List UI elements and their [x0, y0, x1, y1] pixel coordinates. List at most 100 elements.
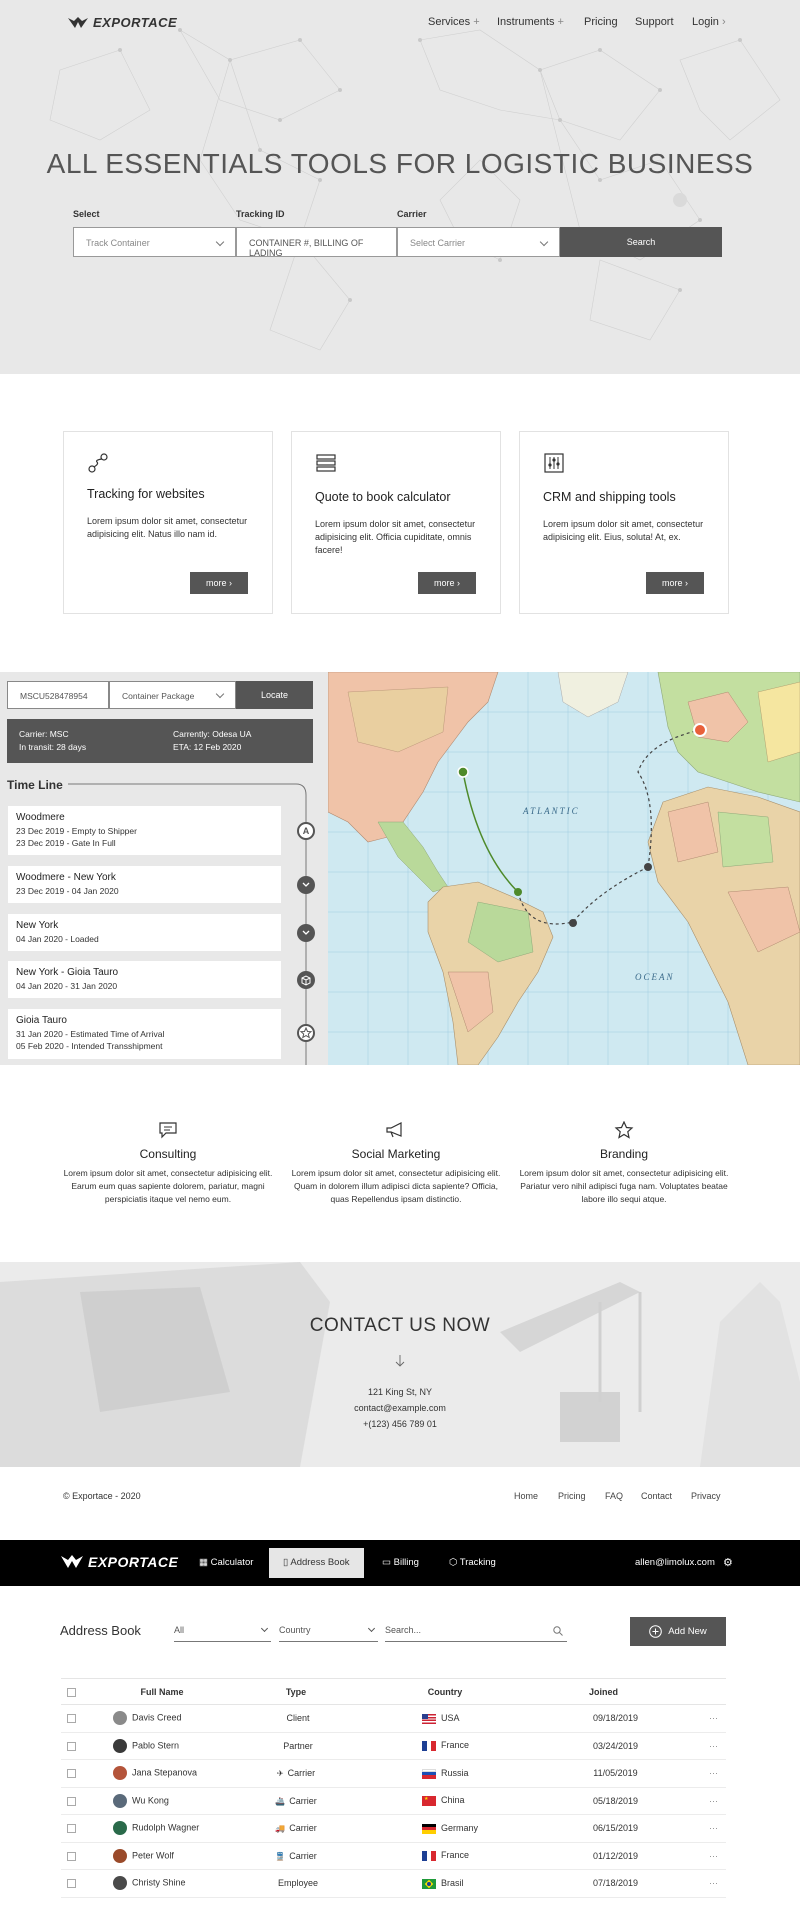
- footer-link-privacy[interactable]: Privacy: [691, 1491, 721, 1501]
- column-joined[interactable]: Joined: [535, 1678, 672, 1705]
- table-row[interactable]: Pablo Stern Partner France 03/24/2019 ···: [61, 1732, 726, 1760]
- tracking-number-input[interactable]: MSCU52847895​4: [7, 681, 109, 709]
- type-icon: 🚚: [275, 1824, 286, 1834]
- feature-desc: Lorem ipsum dolor sit amet, consectetur …: [315, 519, 476, 555]
- table-row[interactable]: Peter Wolf 🚆 Carrier France 01/12/2019 ···: [61, 1842, 726, 1870]
- row-menu-icon[interactable]: ···: [709, 1741, 718, 1751]
- germany-flag-icon: [422, 1823, 436, 1834]
- select-all-checkbox[interactable]: [67, 1687, 76, 1697]
- track-type-select[interactable]: Track Container: [73, 227, 236, 257]
- row-checkbox[interactable]: [67, 1796, 76, 1806]
- chevron-down-icon: [260, 1624, 269, 1633]
- more-button[interactable]: more ›: [418, 572, 476, 594]
- timeline-event[interactable]: New York - Gioia Tauro 04 Jan 2020 - 31 …: [8, 961, 281, 998]
- type-filter-select[interactable]: All: [174, 1620, 271, 1642]
- row-checkbox[interactable]: [67, 1851, 76, 1861]
- event-title: Woodmere - New York: [16, 872, 116, 883]
- row-type: Carrier: [289, 1795, 317, 1806]
- nav-instruments[interactable]: Instruments +: [497, 16, 564, 28]
- site-logo[interactable]: EXPORTACE: [67, 15, 177, 30]
- timeline-event[interactable]: Woodmere 23 Dec 2019 - Empty to Shipper …: [8, 806, 281, 855]
- brasil-flag-icon: [422, 1878, 436, 1889]
- nav-calculator[interactable]: ▦ Calculator: [199, 1540, 253, 1586]
- package-type-select[interactable]: Container Package: [109, 681, 236, 709]
- row-menu-icon[interactable]: ···: [709, 1851, 718, 1861]
- service-desc: Lorem ipsum dolor sit amet, consectetur …: [291, 1168, 501, 1204]
- add-new-button[interactable]: Add New: [630, 1617, 726, 1646]
- footer-link-home[interactable]: Home: [514, 1491, 538, 1501]
- app-logo[interactable]: EXPORTACE: [60, 1554, 178, 1570]
- row-menu-icon[interactable]: ···: [709, 1878, 718, 1888]
- user-email[interactable]: allen@limolux.com: [635, 1540, 715, 1586]
- row-country: Brasil: [441, 1877, 464, 1888]
- tracking-id-input[interactable]: CONTAINER #, BILLING OF LADING: [236, 227, 397, 258]
- country-filter-select[interactable]: Country: [279, 1620, 378, 1642]
- world-network-background: [49, 28, 781, 351]
- locate-button[interactable]: Locate: [236, 681, 313, 709]
- row-checkbox[interactable]: [67, 1714, 76, 1724]
- transit-info: In transit: 28 days: [19, 742, 87, 752]
- carrier-select[interactable]: Select Carrier: [397, 227, 560, 257]
- row-checkbox[interactable]: [67, 1879, 76, 1889]
- column-country[interactable]: Country: [355, 1678, 535, 1705]
- contact-email[interactable]: contact@example.com: [0, 1400, 800, 1416]
- row-menu-icon[interactable]: ···: [709, 1713, 718, 1723]
- type-filter-value: All: [174, 1625, 185, 1635]
- column-full-name[interactable]: Full Name: [87, 1678, 237, 1705]
- feature-title: CRM and shipping tools: [543, 490, 676, 504]
- nav-tracking[interactable]: ⬡ Tracking: [449, 1540, 496, 1586]
- service-social-marketing: Social Marketing Lorem ipsum dolor sit a…: [286, 1121, 506, 1206]
- nav-login[interactable]: Login ›: [692, 16, 726, 28]
- country-filter-value: Country: [279, 1625, 311, 1635]
- column-type[interactable]: Type: [237, 1678, 355, 1705]
- feature-title: Quote to book calculator: [315, 490, 451, 504]
- shipment-map[interactable]: ATLANTIC OCEAN: [328, 672, 800, 1065]
- row-type: Carrier: [289, 1850, 317, 1861]
- table-row[interactable]: Davis Creed Client USA 09/18/2019 ···: [61, 1704, 726, 1733]
- search-input[interactable]: Search...: [385, 1620, 567, 1642]
- service-title: Consulting: [139, 1147, 197, 1161]
- row-checkbox[interactable]: [67, 1741, 76, 1751]
- tracker-panel: MSCU52847895​4 Container Package Locate …: [0, 672, 328, 1065]
- more-button[interactable]: more ›: [190, 572, 248, 594]
- contact-address: 121 King St, NY: [367, 1387, 433, 1397]
- logo-icon: [61, 1555, 83, 1568]
- contact-phone[interactable]: +(123) 456 789 01: [0, 1416, 800, 1432]
- france-flag-icon: [422, 1851, 436, 1862]
- nav-services[interactable]: Services +: [428, 16, 480, 28]
- avatar: [113, 1821, 127, 1836]
- event-line: 05 Feb 2020 - Intended Transshipment: [16, 1041, 163, 1051]
- row-menu-icon[interactable]: ···: [709, 1796, 718, 1806]
- table-row[interactable]: Christy Shine Employee Brasil 07/18/2019 ···: [61, 1869, 726, 1898]
- event-title: Gioia Tauro: [16, 1015, 67, 1026]
- table-row[interactable]: Wu Kong 🚢 Carrier ★ China 05/18/2019 ···: [61, 1787, 726, 1815]
- row-name: Pablo Stern: [132, 1740, 180, 1751]
- event-title: New York: [16, 920, 59, 931]
- footer-link-contact[interactable]: Contact: [641, 1491, 672, 1501]
- card-icon: ▭: [382, 1557, 391, 1568]
- row-joined: 01/12/2019: [592, 1850, 639, 1861]
- search-button[interactable]: Search: [560, 227, 722, 257]
- timeline-event[interactable]: Woodmere - New York 23 Dec 2019 - 04 Jan…: [8, 866, 281, 903]
- row-checkbox[interactable]: [67, 1769, 76, 1779]
- address-table: Full Name Type Country Joined Davis Cree…: [61, 1678, 726, 1898]
- gear-icon[interactable]: ⚙: [723, 1540, 733, 1586]
- row-menu-icon[interactable]: ···: [709, 1768, 718, 1778]
- search-icon: [553, 1626, 563, 1636]
- nav-address-book[interactable]: ▯ Address Book: [269, 1548, 364, 1578]
- nav-support[interactable]: Support: [635, 16, 674, 28]
- footer-link-faq[interactable]: FAQ: [605, 1491, 623, 1501]
- footer-link-pricing[interactable]: Pricing: [558, 1491, 586, 1501]
- logo-icon: [68, 16, 88, 28]
- nav-pricing[interactable]: Pricing: [584, 16, 618, 28]
- copyright: © Exportace - 2020: [63, 1491, 141, 1501]
- nav-billing[interactable]: ▭ Billing: [382, 1540, 419, 1586]
- table-row[interactable]: Jana Stepanova ✈ Carrier Russia 11/05/2019 ··…: [61, 1759, 726, 1788]
- event-line: 23 Dec 2019 - Gate In Full: [16, 838, 116, 848]
- more-button[interactable]: more ›: [646, 572, 704, 594]
- row-checkbox[interactable]: [67, 1824, 76, 1834]
- table-row[interactable]: Rudolph Wagner 🚚 Carrier Germany 06/15/2019 ·…: [61, 1814, 726, 1843]
- row-menu-icon[interactable]: ···: [709, 1823, 718, 1833]
- timeline-event[interactable]: Gioia Tauro 31 Jan 2020 - Estimated Time…: [8, 1009, 281, 1059]
- timeline-event[interactable]: New York 04 Jan 2020 - Loaded: [8, 914, 281, 951]
